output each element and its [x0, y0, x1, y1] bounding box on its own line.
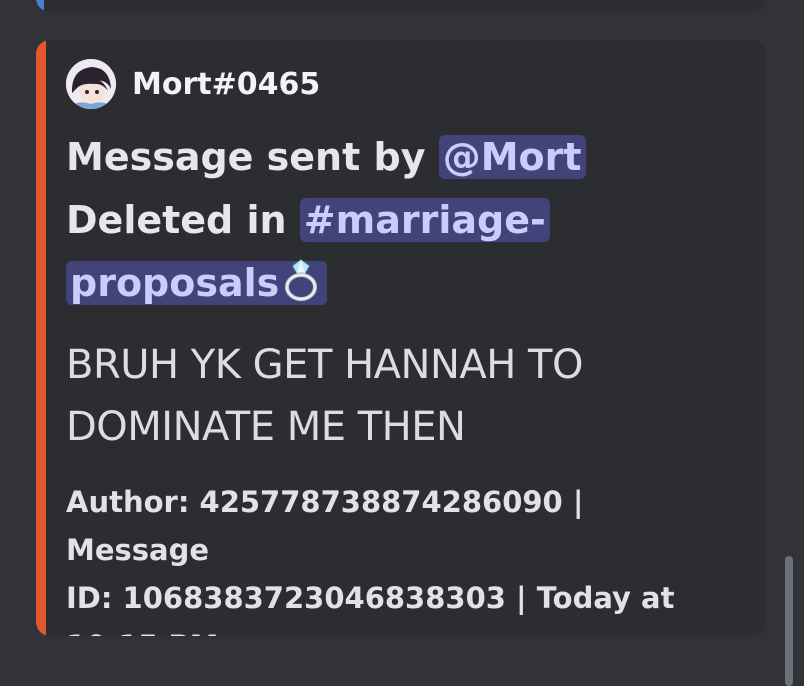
deleted-message-embed: Mort#0465 Message sent by @Mort Deleted … — [36, 40, 766, 636]
footer-line-3: 10:15 PM — [66, 622, 726, 636]
avatar[interactable] — [66, 59, 116, 109]
footer-line-2: ID: 1068383723046838303 | Today at — [66, 581, 675, 615]
embed-title: Message sent by @Mort Deleted in #marria… — [66, 126, 626, 315]
message-line-1: BRUH YK GET HANNAH TO — [66, 342, 583, 388]
channel-mention[interactable]: #marriage- — [299, 198, 550, 242]
embed-accent-bar — [36, 40, 46, 636]
scrollbar-thumb[interactable] — [785, 556, 793, 686]
embed-footer: Author: 425778738874286090 | Message ID:… — [66, 478, 726, 636]
title-text-deleted-in: Deleted in — [66, 198, 300, 242]
chat-view: Mort#0465 Message sent by @Mort Deleted … — [0, 0, 804, 686]
embed-author[interactable]: Mort#0465 — [66, 58, 320, 110]
channel-name-part-2: proposals — [70, 261, 280, 305]
user-mention[interactable]: @Mort — [438, 135, 586, 179]
message-line-2: DOMINATE ME THEN — [66, 404, 466, 450]
author-name[interactable]: Mort#0465 — [132, 67, 320, 102]
channel-name-part-1: #marriage- — [303, 198, 546, 242]
previous-embed — [36, 0, 766, 12]
title-text-sent-by: Message sent by — [66, 135, 439, 179]
footer-line-1: Author: 425778738874286090 | Message — [66, 485, 584, 567]
ring-icon — [285, 259, 318, 301]
previous-embed-accent-bar — [36, 0, 44, 12]
message-content: BRUH YK GET HANNAH TO DOMINATE ME THEN — [66, 334, 666, 458]
channel-mention-continued[interactable]: proposals — [66, 259, 328, 305]
